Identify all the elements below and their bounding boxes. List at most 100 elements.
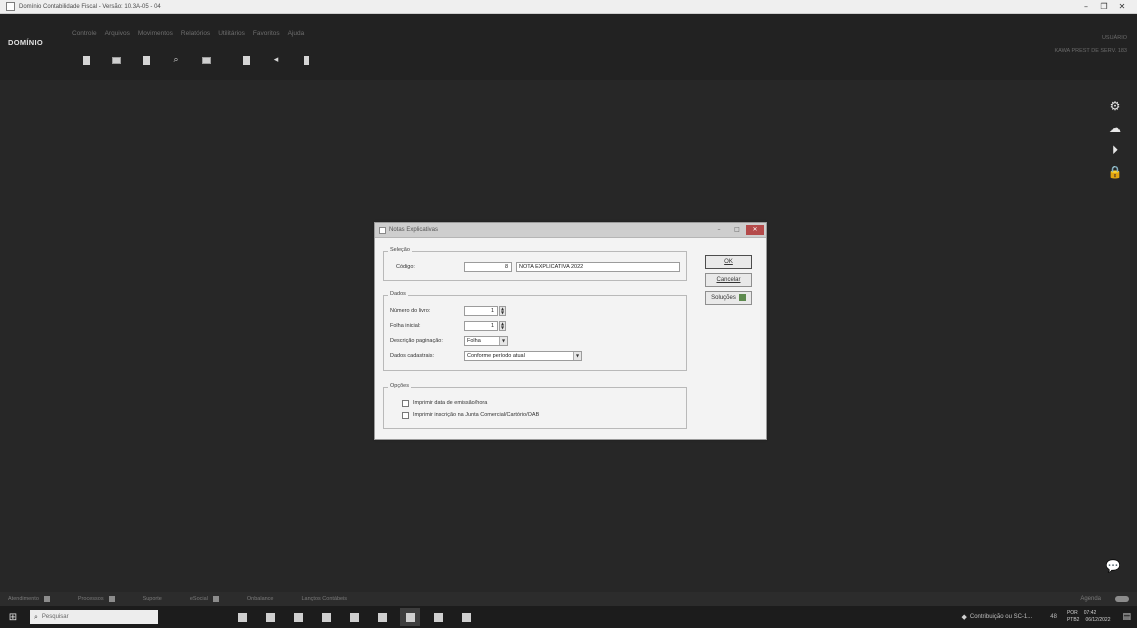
edge-icon[interactable]: [260, 608, 280, 626]
app-icon-2[interactable]: [428, 608, 448, 626]
imprimir-data-checkbox[interactable]: [402, 400, 409, 407]
dados-group: Dados Número do livro: 1 ▲ ▼ Folha inicia…: [383, 291, 687, 371]
status-suporte[interactable]: Suporte: [143, 596, 162, 602]
cadastrais-label: Dados cadastrais:: [390, 353, 435, 359]
folha-label: Folha inicial:: [390, 323, 421, 329]
chevron-down-icon[interactable]: ▼: [573, 352, 581, 360]
notification-icon: ◆: [961, 613, 967, 621]
folha-spinner[interactable]: ▲ ▼: [499, 321, 506, 331]
calculator-icon[interactable]: [75, 52, 97, 68]
notas-explicativas-dialog: Notas Explicativas – □ ✕ Seleção Código:…: [374, 222, 767, 440]
ok-button[interactable]: OK: [705, 255, 752, 269]
windows-start-icon[interactable]: ⊞: [0, 606, 26, 628]
tray-date: 06/12/2022: [1085, 617, 1111, 623]
taskbar-search[interactable]: ⌕ Pesquisar: [30, 610, 158, 624]
menu-utilitarios[interactable]: Utilitários: [218, 30, 245, 37]
gear-icon[interactable]: ⚙: [1107, 98, 1123, 114]
taskbar-apps: [232, 608, 484, 626]
chevron-down-icon[interactable]: ▼: [499, 337, 507, 345]
store-icon[interactable]: [316, 608, 336, 626]
cloud-icon[interactable]: ☁: [1107, 120, 1123, 136]
play-icon[interactable]: ⏵: [1107, 142, 1123, 158]
paginacao-label: Descrição paginação:: [390, 338, 443, 344]
window-titlebar: Domínio Contabilidade Fiscal - Versão: 1…: [0, 0, 1137, 14]
menu-relatorios[interactable]: Relatórios: [181, 30, 210, 37]
livro-input[interactable]: 1: [464, 306, 498, 316]
tray-language-2: PTB2: [1066, 617, 1080, 623]
status-esocial[interactable]: eSocial: [190, 596, 219, 602]
dialog-maximize-button[interactable]: □: [728, 225, 746, 235]
folha-input[interactable]: 1: [464, 321, 498, 331]
door-icon[interactable]: [295, 52, 317, 68]
lock-icon[interactable]: 🔒: [1107, 164, 1123, 180]
status-lanctos[interactable]: Lançtos Contábeis: [302, 596, 348, 602]
action-center-icon[interactable]: ▤: [1122, 612, 1131, 622]
menu-ajuda[interactable]: Ajuda: [288, 30, 305, 37]
maximize-button[interactable]: ❐: [1095, 2, 1113, 11]
status-onbalance[interactable]: Onbalance: [247, 596, 274, 602]
agenda-label[interactable]: Agenda: [1080, 596, 1101, 602]
status-processos[interactable]: Processos: [78, 596, 115, 602]
app-icon-3[interactable]: [456, 608, 476, 626]
chat-icon[interactable]: 💬: [1105, 558, 1121, 574]
copy-icon[interactable]: [105, 52, 127, 68]
menu-movimentos[interactable]: Movimentos: [138, 30, 173, 37]
company-label: KAWA PREST DE SERV. 183: [1054, 48, 1127, 54]
dialog-titlebar: Notas Explicativas – □ ✕: [375, 223, 766, 238]
codigo-input[interactable]: 8: [464, 262, 512, 272]
book-icon[interactable]: [135, 52, 157, 68]
agenda-toggle[interactable]: [1115, 596, 1129, 602]
mail-icon[interactable]: [344, 608, 364, 626]
opcoes-group: Opções Imprimir data de emissão/hora Imp…: [383, 383, 687, 429]
paginacao-select[interactable]: Folha ▼: [464, 336, 508, 346]
imprimir-data-label: Imprimir data de emissão/hora: [413, 400, 488, 406]
window-title: Domínio Contabilidade Fiscal - Versão: 1…: [19, 3, 161, 10]
statusbar: Atendimento Processos Suporte eSocial On…: [0, 592, 1137, 606]
tray-notification[interactable]: Contribuição ou SC-1...: [970, 614, 1032, 620]
dados-legend: Dados: [388, 291, 408, 297]
taskbar-clock[interactable]: POR 07:42 PTB2 06/12/2022: [1067, 610, 1111, 624]
dialog-close-button[interactable]: ✕: [746, 225, 764, 235]
search-placeholder: Pesquisar: [41, 614, 69, 620]
app-logo: DOMÍNIO: [8, 38, 44, 47]
descricao-field: NOTA EXPLICATIVA 2022: [516, 262, 680, 272]
taskbar: ⊞ ⌕ Pesquisar ◆ Contribuição ou SC-1... …: [0, 606, 1137, 628]
dominio-app-icon[interactable]: [400, 608, 420, 626]
solutions-icon: [738, 293, 746, 301]
back-icon[interactable]: ◂: [265, 52, 287, 68]
menu-controle[interactable]: Controle: [72, 30, 97, 37]
app-header: DOMÍNIO Controle Arquivos Movimentos Rel…: [0, 14, 1137, 80]
chrome-icon[interactable]: [372, 608, 392, 626]
menu-arquivos[interactable]: Arquivos: [105, 30, 130, 37]
solutions-button[interactable]: Soluções: [705, 291, 752, 305]
paginacao-value: Folha: [467, 338, 481, 344]
tray-time: 07:42: [1083, 610, 1097, 616]
codigo-label: Código:: [396, 264, 415, 270]
system-tray: ◆ Contribuição ou SC-1... 48 POR 07:42 PT…: [961, 610, 1131, 624]
dialog-icon: [379, 226, 386, 234]
cadastrais-value: Conforme período atual: [467, 353, 525, 359]
imprimir-inscricao-label: Imprimir inscrição na Junta Comercial/Ca…: [413, 412, 540, 418]
minimize-button[interactable]: –: [1077, 2, 1095, 11]
task-view-icon[interactable]: [232, 608, 252, 626]
dialog-minimize-button[interactable]: –: [710, 225, 728, 235]
imprimir-inscricao-checkbox[interactable]: [402, 412, 409, 419]
livro-label: Número do livro:: [390, 308, 431, 314]
selecao-group: Seleção Código: 8 NOTA EXPLICATIVA 2022: [383, 247, 687, 281]
user-info: USUÁRIO KAWA PREST DE SERV. 183: [1054, 32, 1127, 58]
app-icon: [6, 2, 15, 11]
livro-spinner[interactable]: ▲ ▼: [499, 306, 506, 316]
selecao-legend: Seleção: [388, 247, 412, 253]
close-button[interactable]: ✕: [1113, 2, 1131, 11]
status-atendimento[interactable]: Atendimento: [8, 596, 50, 602]
menu-favoritos[interactable]: Favoritos: [253, 30, 280, 37]
cancel-button[interactable]: Cancelar: [705, 273, 752, 287]
search-icon[interactable]: ⌕: [165, 52, 187, 68]
cadastrais-select[interactable]: Conforme período atual ▼: [464, 351, 582, 361]
file-explorer-icon[interactable]: [288, 608, 308, 626]
tray-indicator[interactable]: 48: [1050, 614, 1057, 620]
menubar: Controle Arquivos Movimentos Relatórios …: [72, 30, 312, 37]
calc-icon[interactable]: [235, 52, 257, 68]
card-icon[interactable]: [195, 52, 217, 68]
tray-language[interactable]: POR: [1067, 610, 1078, 617]
